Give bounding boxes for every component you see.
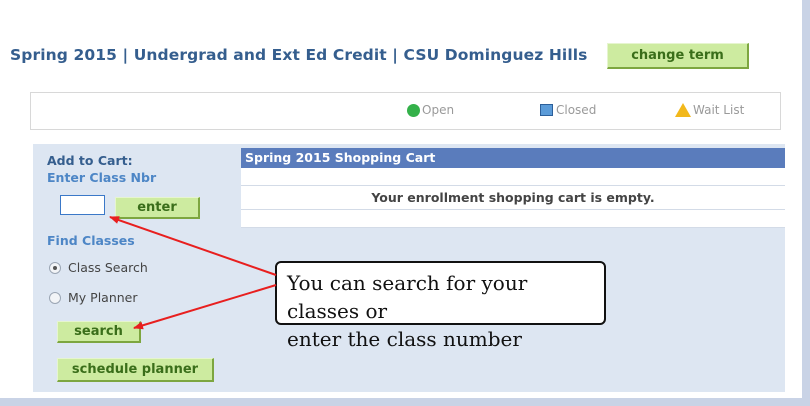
enter-class-nbr-label: Enter Class Nbr <box>47 170 157 185</box>
cart-empty-message: Your enrollment shopping cart is empty. <box>241 186 785 210</box>
waitlist-status-icon <box>675 103 691 117</box>
closed-status-icon <box>540 104 553 116</box>
legend-closed: Closed <box>540 103 596 117</box>
class-number-input[interactable] <box>60 195 105 215</box>
enter-button[interactable]: enter <box>115 197 200 219</box>
tutorial-callout: You can search for your classes or enter… <box>275 261 606 351</box>
my-planner-radio[interactable] <box>49 291 61 304</box>
page-frame: Spring 2015 | Undergrad and Ext Ed Credi… <box>0 0 810 406</box>
term-title: Spring 2015 | Undergrad and Ext Ed Credi… <box>10 46 588 64</box>
change-term-button[interactable]: change term <box>607 43 749 69</box>
legend-closed-label: Closed <box>556 103 597 117</box>
legend-open: Open <box>407 103 454 117</box>
schedule-planner-button[interactable]: schedule planner <box>57 358 214 382</box>
cart-spacer-row <box>241 168 785 186</box>
class-search-label: Class Search <box>68 260 148 275</box>
cart-spacer-row <box>241 210 785 228</box>
add-to-cart-label: Add to Cart: <box>47 153 133 168</box>
legend-open-label: Open <box>422 103 455 117</box>
shopping-cart: Spring 2015 Shopping Cart Your enrollmen… <box>241 148 785 228</box>
search-button[interactable]: search <box>57 321 141 343</box>
callout-line-2: enter the class number <box>287 327 522 351</box>
find-classes-label: Find Classes <box>47 233 135 248</box>
open-status-icon <box>407 103 420 117</box>
my-planner-label: My Planner <box>68 290 138 305</box>
my-planner-option[interactable]: My Planner <box>49 290 138 305</box>
class-search-option[interactable]: Class Search <box>49 260 148 275</box>
shopping-cart-title: Spring 2015 Shopping Cart <box>241 148 785 168</box>
legend-waitlist-label: Wait List <box>693 103 745 117</box>
callout-line-1: You can search for your classes or <box>287 271 528 323</box>
class-search-radio[interactable] <box>49 261 61 274</box>
legend-waitlist: Wait List <box>675 103 744 117</box>
status-legend: Open Closed Wait List <box>30 92 781 130</box>
